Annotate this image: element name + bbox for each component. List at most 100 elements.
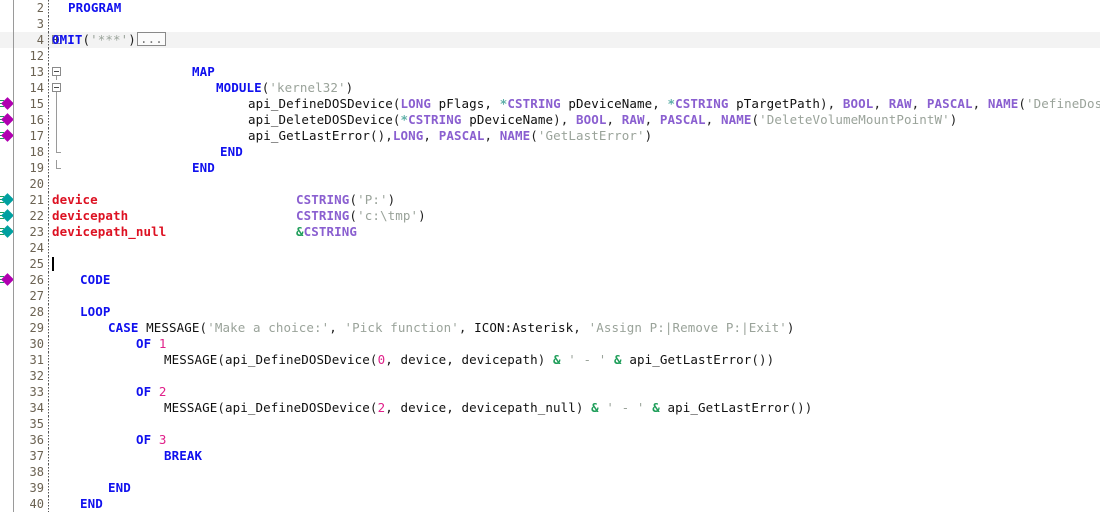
line-marker-column[interactable] — [0, 128, 14, 144]
code-fold-column[interactable] — [50, 448, 64, 464]
code-line-row[interactable]: 31 MESSAGE(api_DefineDOSDevice(0, device,… — [0, 352, 1100, 368]
fold-collapse-icon[interactable] — [52, 83, 61, 92]
line-marker-column[interactable] — [0, 288, 14, 304]
line-marker-column[interactable] — [0, 0, 14, 16]
code-fold-column[interactable] — [50, 0, 64, 16]
code-fold-column[interactable] — [50, 480, 64, 496]
code-line-row[interactable]: 4 OMIT('***')... — [0, 32, 1100, 48]
line-marker-column[interactable] — [0, 416, 14, 432]
line-marker-column[interactable] — [0, 464, 14, 480]
line-marker-column[interactable] — [0, 64, 14, 80]
code-text[interactable]: PROGRAM — [68, 0, 121, 16]
code-fold-column[interactable] — [50, 352, 64, 368]
line-marker-column[interactable] — [0, 176, 14, 192]
line-marker-column[interactable] — [0, 352, 14, 368]
code-text[interactable]: OF 1 — [136, 336, 167, 352]
code-line-row[interactable]: 16 api_DeleteDOSDevice(*CSTRING pDeviceNa… — [0, 112, 1100, 128]
code-line-row[interactable]: 12 — [0, 48, 1100, 64]
code-fold-column[interactable] — [50, 336, 64, 352]
code-text[interactable]: OMIT('***')... — [52, 32, 167, 48]
code-line-row[interactable]: 18 END — [0, 144, 1100, 160]
code-line-row[interactable]: 25 — [0, 256, 1100, 272]
line-marker-column[interactable] — [0, 256, 14, 272]
code-line-row[interactable]: 35 — [0, 416, 1100, 432]
code-fold-column[interactable] — [50, 240, 64, 256]
code-fold-column[interactable] — [50, 96, 64, 112]
code-text[interactable]: device CSTRING('P:') — [52, 192, 395, 208]
code-line-row[interactable]: 26 CODE — [0, 272, 1100, 288]
code-fold-column[interactable] — [50, 112, 64, 128]
code-fold-column[interactable] — [50, 416, 64, 432]
line-marker-column[interactable] — [0, 144, 14, 160]
code-text[interactable]: END — [220, 144, 243, 160]
code-text[interactable]: MESSAGE(api_DefineDOSDevice(0, device, d… — [164, 352, 774, 368]
line-marker-column[interactable] — [0, 368, 14, 384]
code-fold-column[interactable] — [50, 128, 64, 144]
code-line-row[interactable]: 34 MESSAGE(api_DefineDOSDevice(2, device,… — [0, 400, 1100, 416]
code-text[interactable]: MODULE('kernel32') — [216, 80, 353, 96]
code-text[interactable]: MESSAGE(api_DefineDOSDevice(2, device, d… — [164, 400, 812, 416]
code-line-row[interactable]: 30 OF 1 — [0, 336, 1100, 352]
collapsed-fold-chip[interactable]: ... — [136, 32, 166, 46]
code-line-row[interactable]: 2 PROGRAM — [0, 0, 1100, 16]
line-marker-column[interactable] — [0, 16, 14, 32]
code-text[interactable]: api_DeleteDOSDevice(*CSTRING pDeviceName… — [248, 112, 957, 128]
line-marker-column[interactable] — [0, 272, 14, 288]
code-line-row[interactable]: 33 OF 2 — [0, 384, 1100, 400]
code-fold-column[interactable] — [50, 464, 64, 480]
code-fold-column[interactable] — [50, 496, 64, 512]
code-fold-column[interactable] — [50, 64, 64, 80]
line-marker-column[interactable] — [0, 32, 14, 48]
code-fold-column[interactable] — [50, 432, 64, 448]
code-text[interactable]: END — [108, 480, 131, 496]
code-text[interactable]: api_DefineDOSDevice(LONG pFlags, *CSTRIN… — [248, 96, 1100, 112]
code-text[interactable]: CODE — [80, 272, 111, 288]
line-marker-column[interactable] — [0, 432, 14, 448]
line-marker-column[interactable] — [0, 480, 14, 496]
line-marker-column[interactable] — [0, 48, 14, 64]
code-text[interactable]: devicepath CSTRING('c:\tmp') — [52, 208, 426, 224]
code-fold-column[interactable] — [50, 272, 64, 288]
line-marker-column[interactable] — [0, 496, 14, 512]
line-marker-column[interactable] — [0, 240, 14, 256]
code-line-row[interactable]: 39 END — [0, 480, 1100, 496]
line-marker-column[interactable] — [0, 192, 14, 208]
line-marker-column[interactable] — [0, 160, 14, 176]
code-text[interactable]: devicepath_null &CSTRING — [52, 224, 357, 240]
code-line-row[interactable]: 38 — [0, 464, 1100, 480]
code-text[interactable]: LOOP — [80, 304, 111, 320]
code-line-row[interactable]: 19 END — [0, 160, 1100, 176]
code-line-row[interactable]: 14 MODULE('kernel32') — [0, 80, 1100, 96]
code-text[interactable]: OF 2 — [136, 384, 167, 400]
line-marker-column[interactable] — [0, 208, 14, 224]
code-line-row[interactable]: 29 CASE MESSAGE('Make a choice:', 'Pick f… — [0, 320, 1100, 336]
code-line-row[interactable]: 32 — [0, 368, 1100, 384]
code-text[interactable]: END — [80, 496, 103, 512]
code-fold-column[interactable] — [50, 304, 64, 320]
code-fold-column[interactable] — [50, 48, 64, 64]
code-line-row[interactable]: 17 api_GetLastError(),LONG, PASCAL, NAME(… — [0, 128, 1100, 144]
code-text[interactable]: MAP — [192, 64, 215, 80]
code-fold-column[interactable] — [50, 400, 64, 416]
code-fold-column[interactable] — [50, 160, 64, 176]
code-fold-column[interactable] — [50, 144, 64, 160]
code-fold-column[interactable] — [50, 288, 64, 304]
code-line-row[interactable]: 40 END — [0, 496, 1100, 512]
code-fold-column[interactable] — [50, 368, 64, 384]
line-marker-column[interactable] — [0, 112, 14, 128]
code-line-row[interactable]: 22 devicepath CSTRING('c:\tmp') — [0, 208, 1100, 224]
line-marker-column[interactable] — [0, 80, 14, 96]
line-marker-column[interactable] — [0, 320, 14, 336]
code-text[interactable]: CASE MESSAGE('Make a choice:', 'Pick fun… — [108, 320, 794, 336]
code-fold-column[interactable] — [50, 320, 64, 336]
code-line-row[interactable]: 21 device CSTRING('P:') — [0, 192, 1100, 208]
line-marker-column[interactable] — [0, 304, 14, 320]
code-line-row[interactable]: 28 LOOP — [0, 304, 1100, 320]
code-editor-surface[interactable]: 2 PROGRAM 3 4 OMIT('***')... 12 13 MAP 14 MODULE(… — [0, 0, 1100, 515]
code-line-row[interactable]: 23 devicepath_null &CSTRING — [0, 224, 1100, 240]
fold-collapse-icon[interactable] — [52, 67, 61, 76]
line-marker-column[interactable] — [0, 384, 14, 400]
code-text[interactable]: END — [192, 160, 215, 176]
code-fold-column[interactable] — [50, 80, 64, 96]
line-marker-column[interactable] — [0, 448, 14, 464]
